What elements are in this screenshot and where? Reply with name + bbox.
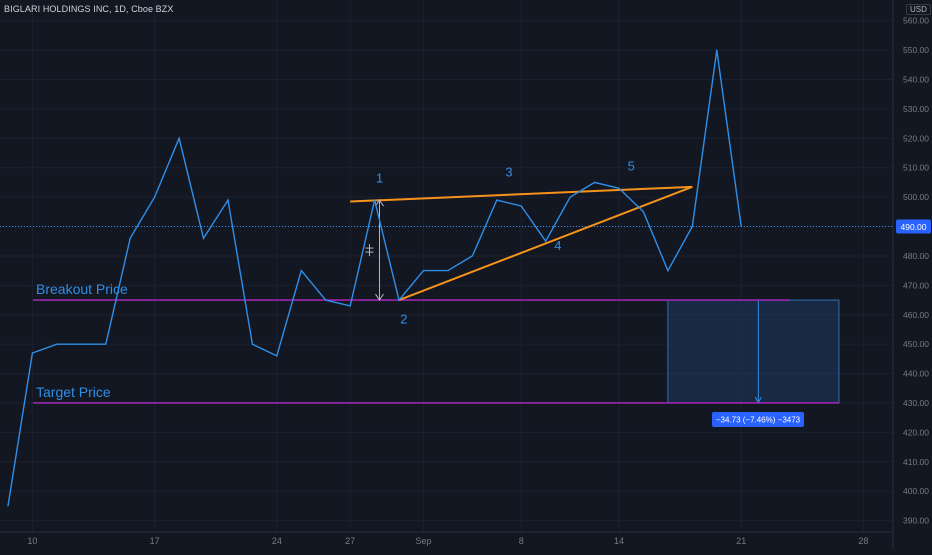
y-tick-label: 410.00: [903, 457, 929, 467]
price-point: [374, 199, 376, 201]
price-point: [178, 137, 180, 139]
price-point: [422, 270, 425, 272]
price-point: [276, 355, 278, 357]
symbol-title: BIGLARI HOLDINGS INC, 1D, Cboe BZX: [4, 4, 174, 14]
price-point: [447, 270, 449, 272]
price-point: [716, 49, 718, 51]
y-tick-label: 420.00: [903, 427, 929, 437]
x-tick-label: 17: [150, 536, 160, 546]
price-point: [496, 199, 498, 201]
price-point: [642, 211, 645, 213]
y-tick-label: 530.00: [903, 104, 929, 114]
price-point: [202, 237, 205, 239]
breakout-price-label: Breakout Price: [36, 281, 128, 297]
price-point: [227, 199, 229, 201]
price-point: [520, 205, 522, 207]
x-tick-label: 8: [519, 536, 524, 546]
price-series-line: [7, 50, 742, 507]
y-tick-label: 500.00: [903, 192, 929, 202]
y-tick-label: 450.00: [903, 339, 929, 349]
wedge-lower-line: [398, 185, 693, 301]
price-point: [7, 505, 9, 507]
price-point: [398, 299, 400, 301]
price-point: [251, 343, 253, 345]
price-point: [691, 225, 693, 228]
x-tick-label: 24: [272, 536, 282, 546]
x-tick-label: 14: [614, 536, 624, 546]
price-point: [618, 187, 620, 189]
price-point: [569, 196, 571, 198]
price-point: [31, 352, 34, 354]
y-tick-label: 440.00: [903, 369, 929, 379]
pattern-point-label: 4: [554, 238, 561, 253]
price-point: [154, 196, 156, 198]
y-tick-label: 520.00: [903, 133, 929, 143]
x-tick-label: 10: [27, 536, 37, 546]
price-chart[interactable]: Breakout Price Target Price 1 2 3 4 5 390.00 400…: [0, 0, 932, 550]
currency-badge[interactable]: USD: [906, 4, 931, 15]
pattern-point-label: 1: [376, 170, 383, 185]
price-point: [593, 181, 596, 184]
pattern-point-label: 5: [628, 159, 635, 174]
price-point: [80, 343, 82, 345]
price-point: [667, 270, 669, 272]
chart-root[interactable]: Breakout Price Target Price 1 2 3 4 5 390.00 400…: [0, 0, 932, 550]
pattern-point-label: 3: [505, 165, 512, 180]
price-point: [740, 225, 742, 228]
y-tick-label: 400.00: [903, 486, 929, 496]
price-point: [56, 343, 58, 345]
current-price-badge-label: 490.00: [901, 222, 927, 232]
y-tick-label: 470.00: [903, 280, 929, 290]
y-tick-label: 510.00: [903, 163, 929, 173]
target-price-label: Target Price: [36, 384, 111, 400]
price-point: [349, 305, 351, 307]
y-tick-label: 550.00: [903, 45, 929, 55]
x-tick-label: Sep: [415, 536, 431, 546]
price-point: [129, 237, 131, 239]
measure-result-label: −34.73 (−7.46%) −3473: [716, 415, 801, 424]
y-tick-label: 480.00: [903, 251, 929, 261]
measure-zone: [667, 299, 840, 404]
y-tick-label: 430.00: [903, 398, 929, 408]
x-tick-label: 27: [345, 536, 355, 546]
price-point: [300, 270, 302, 272]
y-tick-label: 390.00: [903, 516, 929, 526]
y-tick-label: 460.00: [903, 310, 929, 320]
pattern-point-label: 2: [400, 312, 407, 327]
x-tick-label: 28: [858, 536, 868, 546]
price-point: [325, 299, 327, 301]
price-point: [105, 343, 107, 345]
price-point: [545, 240, 547, 242]
y-tick-label: 560.00: [903, 16, 929, 26]
x-tick-label: 21: [736, 536, 746, 546]
price-point: [471, 255, 473, 257]
y-tick-label: 540.00: [903, 75, 929, 85]
